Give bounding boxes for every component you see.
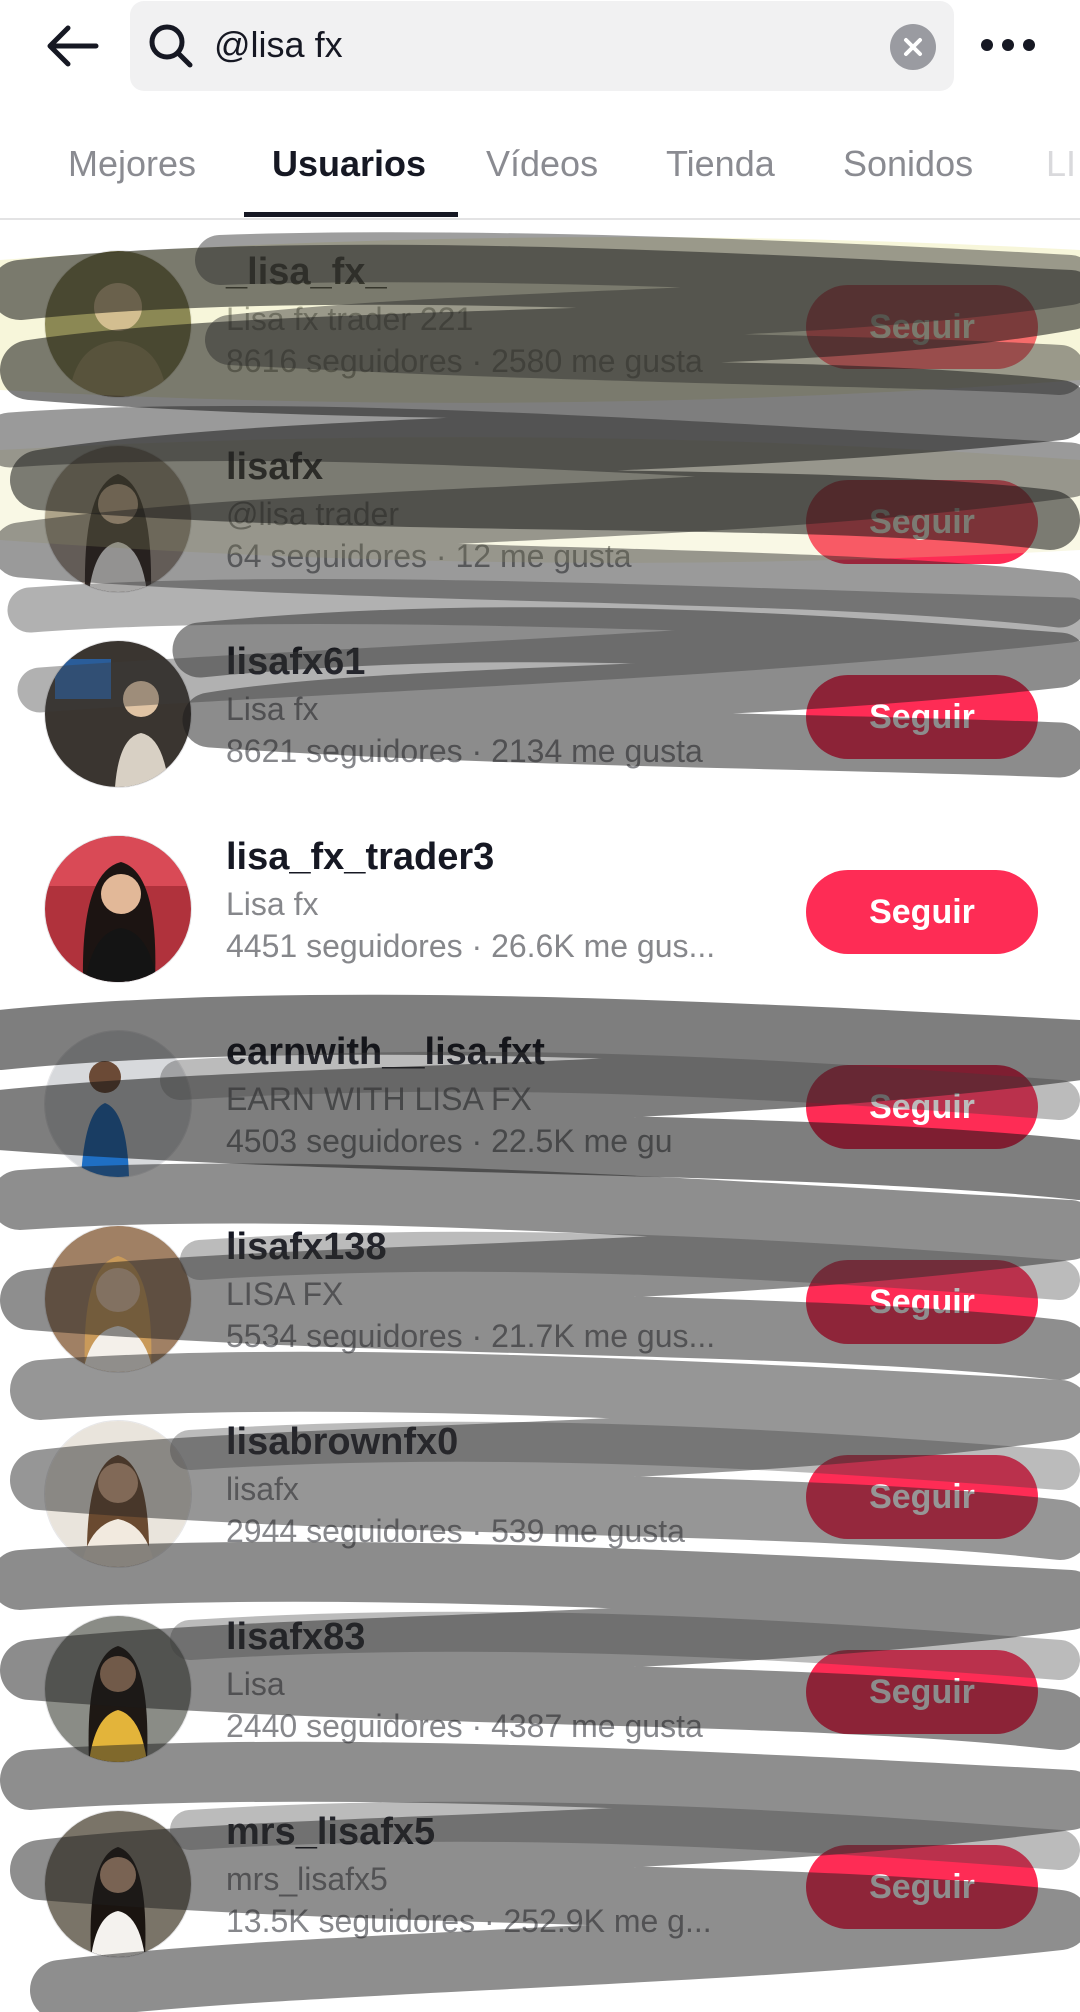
username: lisafx61 [226,641,366,683]
user-row[interactable]: _lisa_fx_ Lisa fx trader 221 8616 seguid… [0,220,1080,415]
user-stats: 64 seguidores · 12 me gusta [226,538,632,574]
user-stats: 8616 seguidores · 2580 me gusta [226,343,703,379]
user-stats: 5534 seguidores · 21.7K me gus... [226,1318,716,1354]
user-row[interactable]: lisafx138 LISA FX 5534 seguidores · 21.7… [0,1195,1080,1390]
active-tab-indicator [244,212,458,217]
avatar-image [45,1031,191,1177]
avatar-image [45,446,191,592]
nickname: lisafx [226,1471,299,1507]
search-tabs: Mejores Usuarios Vídeos Tienda Sonidos L… [0,118,1080,220]
follow-button[interactable]: Seguir [806,1845,1038,1929]
avatar-image [45,1616,191,1762]
username: lisafx83 [226,1616,366,1658]
user-row[interactable]: lisafx61 Lisa fx 8621 seguidores · 2134 … [0,610,1080,805]
avatar[interactable] [44,1810,192,1958]
search-icon [149,24,193,68]
nickname: LISA FX [226,1276,344,1312]
more-horizontal-icon [981,39,1035,51]
nickname: Lisa fx [226,886,319,922]
user-row[interactable]: lisa_fx_trader3 Lisa fx 4451 seguidores … [0,805,1080,1000]
follow-button[interactable]: Seguir [806,675,1038,759]
username: earnwith__lisa.fxt [226,1031,545,1073]
tab-live[interactable]: LI [1046,142,1076,186]
follow-button[interactable]: Seguir [806,480,1038,564]
user-stats: 2440 seguidores · 4387 me gusta [226,1708,703,1744]
tab-tienda[interactable]: Tienda [666,142,775,186]
follow-button[interactable]: Seguir [806,1065,1038,1149]
avatar[interactable] [44,250,192,398]
user-stats: 4503 seguidores · 22.5K me gu [226,1123,673,1159]
follow-button[interactable]: Seguir [806,870,1038,954]
user-stats: 13.5K seguidores · 252.9K me g... [226,1903,712,1939]
follow-button[interactable]: Seguir [806,1260,1038,1344]
tab-sonidos[interactable]: Sonidos [843,142,973,186]
arrow-left-icon [47,25,99,67]
user-stats: 2944 seguidores · 539 me gusta [226,1513,685,1549]
user-results-list: _lisa_fx_ Lisa fx trader 221 8616 seguid… [0,220,1080,2012]
user-row[interactable]: mrs_lisafx5 mrs_lisafx5 13.5K seguidores… [0,1780,1080,1975]
search-box[interactable]: @lisa fx [130,1,954,91]
avatar-image [45,251,191,397]
username: lisabrownfx0 [226,1421,459,1463]
username: lisa_fx_trader3 [226,836,495,878]
more-options-button[interactable] [976,22,1040,68]
avatar-image [45,641,191,787]
user-stats: 8621 seguidores · 2134 me gusta [226,733,703,769]
back-button[interactable] [36,18,108,74]
username: lisafx [226,446,324,488]
avatar[interactable] [44,640,192,788]
username: _lisa_fx_ [226,251,387,293]
nickname: EARN WITH LISA FX [226,1081,532,1117]
top-bar: @lisa fx [0,0,1080,108]
username: mrs_lisafx5 [226,1811,436,1853]
follow-button[interactable]: Seguir [806,1650,1038,1734]
avatar[interactable] [44,835,192,983]
nickname: mrs_lisafx5 [226,1861,388,1897]
nickname: Lisa [226,1666,285,1702]
avatar[interactable] [44,1030,192,1178]
close-icon [904,38,922,56]
follow-button[interactable]: Seguir [806,285,1038,369]
avatar[interactable] [44,1420,192,1568]
tab-usuarios[interactable]: Usuarios [272,142,426,186]
avatar-image [45,836,191,982]
avatar-image [45,1811,191,1957]
nickname: @lisa trader [226,496,399,532]
nickname: Lisa fx trader 221 [226,301,474,337]
user-row[interactable]: lisafx @lisa trader 64 seguidores · 12 m… [0,415,1080,610]
search-input[interactable]: @lisa fx [214,23,343,67]
user-row[interactable]: earnwith__lisa.fxt EARN WITH LISA FX 450… [0,1000,1080,1195]
user-row[interactable]: lisafx83 Lisa 2440 seguidores · 4387 me … [0,1585,1080,1780]
username: lisafx138 [226,1226,387,1268]
clear-search-button[interactable] [890,24,936,70]
tab-mejores[interactable]: Mejores [68,142,196,186]
avatar[interactable] [44,1615,192,1763]
follow-button[interactable]: Seguir [806,1455,1038,1539]
avatar[interactable] [44,445,192,593]
tab-videos[interactable]: Vídeos [486,142,598,186]
avatar[interactable] [44,1225,192,1373]
avatar-image [45,1421,191,1567]
nickname: Lisa fx [226,691,319,727]
user-row[interactable]: lisabrownfx0 lisafx 2944 seguidores · 53… [0,1390,1080,1585]
avatar-image [45,1226,191,1372]
user-stats: 4451 seguidores · 26.6K me gus... [226,928,716,964]
